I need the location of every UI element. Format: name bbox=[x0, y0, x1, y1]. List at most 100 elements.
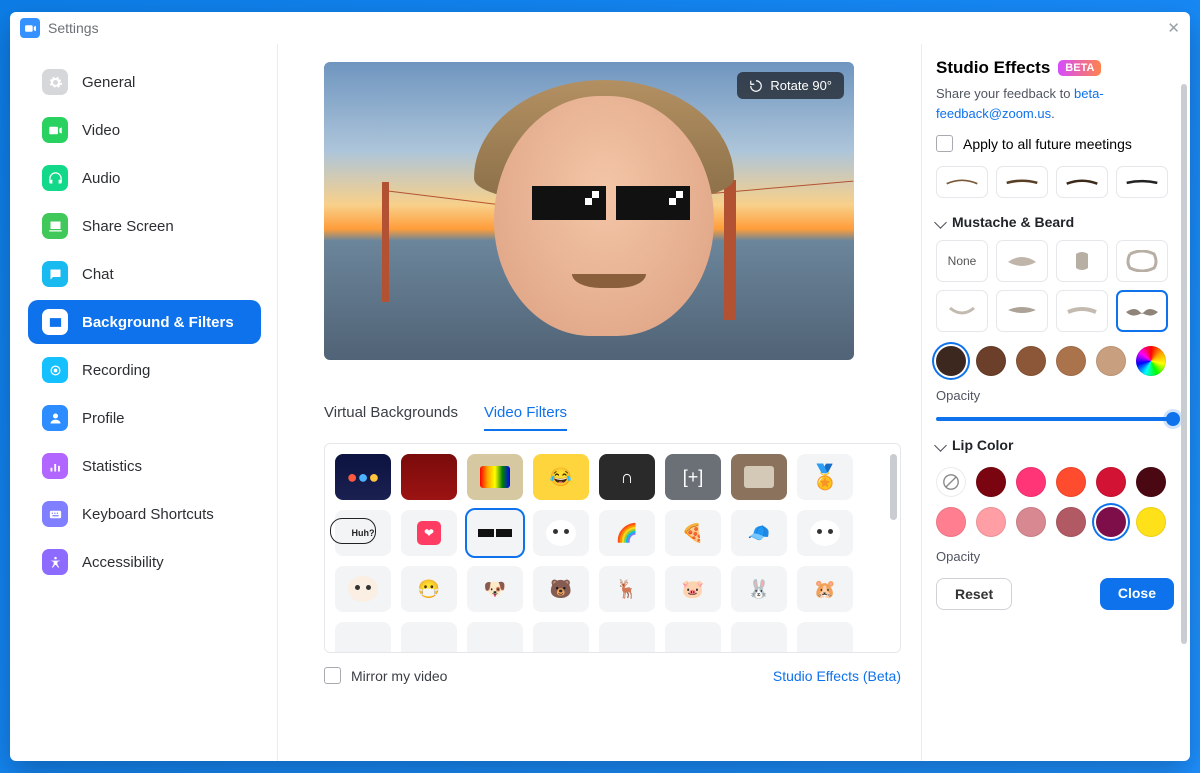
mustache-colors bbox=[936, 346, 1174, 376]
video-icon bbox=[42, 117, 68, 143]
filter-like[interactable]: ❤ bbox=[401, 510, 457, 556]
window-title: Settings bbox=[48, 20, 99, 36]
filter-arch[interactable]: ∩ bbox=[599, 454, 655, 500]
sidebar-item-statistics[interactable]: Statistics bbox=[28, 444, 261, 488]
eyebrow-2[interactable] bbox=[996, 166, 1048, 198]
lip-2[interactable] bbox=[1016, 467, 1046, 497]
filter-medal[interactable]: 🏅 bbox=[797, 454, 853, 500]
share-screen-icon bbox=[42, 213, 68, 239]
window-close-icon[interactable]: ✕ bbox=[1167, 19, 1180, 37]
filter-bracket[interactable]: [+] bbox=[665, 454, 721, 500]
statistics-icon bbox=[42, 453, 68, 479]
deal-glasses-overlay bbox=[532, 186, 690, 224]
filter-extra2[interactable] bbox=[401, 622, 457, 653]
mustache-4[interactable] bbox=[936, 290, 988, 332]
sidebar-item-background-filters[interactable]: Background & Filters bbox=[28, 300, 261, 344]
filter-pig[interactable]: 🐷 bbox=[665, 566, 721, 612]
lip-6[interactable] bbox=[936, 507, 966, 537]
sidebar-item-profile[interactable]: Profile bbox=[28, 396, 261, 440]
close-button[interactable]: Close bbox=[1100, 578, 1174, 610]
filter-sprout[interactable] bbox=[533, 510, 589, 556]
sidebar-item-general[interactable]: General bbox=[28, 60, 261, 104]
mustache-opacity-slider[interactable] bbox=[936, 417, 1174, 421]
mustache-3[interactable] bbox=[1116, 240, 1168, 282]
mustache-7[interactable] bbox=[1116, 290, 1168, 332]
mustache-color-custom[interactable] bbox=[1136, 346, 1166, 376]
lip-colors bbox=[936, 467, 1174, 537]
section-lip[interactable]: Lip Color bbox=[936, 437, 1174, 453]
sidebar-label: Profile bbox=[82, 410, 125, 427]
lip-9[interactable] bbox=[1056, 507, 1086, 537]
filter-lights[interactable]: ●●● bbox=[335, 454, 391, 500]
beta-badge: BETA bbox=[1058, 60, 1101, 76]
sidebar-item-video[interactable]: Video bbox=[28, 108, 261, 152]
mustache-1[interactable] bbox=[996, 240, 1048, 282]
mustache-color-3[interactable] bbox=[1016, 346, 1046, 376]
filter-extra3[interactable] bbox=[467, 622, 523, 653]
lip-5[interactable] bbox=[1136, 467, 1166, 497]
footer: Mirror my video Studio Effects (Beta) bbox=[324, 667, 901, 684]
filter-pizza[interactable]: 🍕 bbox=[665, 510, 721, 556]
mustache-5[interactable] bbox=[996, 290, 1048, 332]
lip-7[interactable] bbox=[976, 507, 1006, 537]
sidebar-item-chat[interactable]: Chat bbox=[28, 252, 261, 296]
tab-virtual-backgrounds[interactable]: Virtual Backgrounds bbox=[324, 404, 458, 431]
apply-all-checkbox[interactable]: Apply to all future meetings bbox=[936, 135, 1174, 152]
lip-none[interactable] bbox=[936, 467, 966, 497]
studio-effects-link[interactable]: Studio Effects (Beta) bbox=[773, 668, 901, 684]
lip-1[interactable] bbox=[976, 467, 1006, 497]
eyebrow-1[interactable] bbox=[936, 166, 988, 198]
filter-huh[interactable]: Huh? bbox=[335, 510, 391, 556]
filter-rainbow[interactable]: 🌈 bbox=[599, 510, 655, 556]
filter-extra5[interactable] bbox=[599, 622, 655, 653]
eyebrow-4[interactable] bbox=[1116, 166, 1168, 198]
gear-icon bbox=[42, 69, 68, 95]
filter-tv[interactable] bbox=[467, 454, 523, 500]
sidebar-item-recording[interactable]: Recording bbox=[28, 348, 261, 392]
mirror-checkbox[interactable]: Mirror my video bbox=[324, 667, 447, 684]
filter-extra8[interactable] bbox=[797, 622, 853, 653]
mustache-color-1[interactable] bbox=[936, 346, 966, 376]
sidebar-item-accessibility[interactable]: Accessibility bbox=[28, 540, 261, 584]
filter-scrollbar[interactable] bbox=[890, 454, 897, 520]
filter-oldtv[interactable] bbox=[731, 454, 787, 500]
filter-emoji[interactable]: 😂 bbox=[533, 454, 589, 500]
lip-11[interactable] bbox=[1136, 507, 1166, 537]
mirror-label: Mirror my video bbox=[351, 668, 447, 684]
lip-4[interactable] bbox=[1096, 467, 1126, 497]
filter-extra6[interactable] bbox=[665, 622, 721, 653]
filter-mask[interactable] bbox=[335, 566, 391, 612]
lip-8[interactable] bbox=[1016, 507, 1046, 537]
sidebar-item-share[interactable]: Share Screen bbox=[28, 204, 261, 248]
sidebar-label: General bbox=[82, 74, 135, 91]
rotate-button[interactable]: Rotate 90° bbox=[737, 72, 844, 99]
mustache-6[interactable] bbox=[1056, 290, 1108, 332]
mustache-color-4[interactable] bbox=[1056, 346, 1086, 376]
filter-surgical[interactable]: 😷 bbox=[401, 566, 457, 612]
filter-puppy2[interactable]: 🐻 bbox=[533, 566, 589, 612]
lip-3[interactable] bbox=[1056, 467, 1086, 497]
lip-10[interactable] bbox=[1096, 507, 1126, 537]
filter-blush[interactable] bbox=[797, 510, 853, 556]
accessibility-icon bbox=[42, 549, 68, 575]
eyebrow-3[interactable] bbox=[1056, 166, 1108, 198]
filter-reindeer[interactable]: 🦌 bbox=[599, 566, 655, 612]
mustache-color-5[interactable] bbox=[1096, 346, 1126, 376]
filter-bunny[interactable]: 🐰 bbox=[731, 566, 787, 612]
filter-puppy1[interactable]: 🐶 bbox=[467, 566, 523, 612]
filter-cap[interactable]: 🧢 bbox=[731, 510, 787, 556]
section-mustache[interactable]: Mustache & Beard bbox=[936, 214, 1174, 230]
mustache-2[interactable] bbox=[1056, 240, 1108, 282]
sidebar-item-audio[interactable]: Audio bbox=[28, 156, 261, 200]
filter-extra7[interactable] bbox=[731, 622, 787, 653]
filter-hamster[interactable]: 🐹 bbox=[797, 566, 853, 612]
tab-video-filters[interactable]: Video Filters bbox=[484, 404, 567, 431]
mustache-none[interactable]: None bbox=[936, 240, 988, 282]
filter-extra1[interactable] bbox=[335, 622, 391, 653]
filter-deal-glasses[interactable] bbox=[467, 510, 523, 556]
mustache-color-2[interactable] bbox=[976, 346, 1006, 376]
sidebar-item-keyboard[interactable]: Keyboard Shortcuts bbox=[28, 492, 261, 536]
reset-button[interactable]: Reset bbox=[936, 578, 1012, 610]
filter-extra4[interactable] bbox=[533, 622, 589, 653]
filter-curtain[interactable] bbox=[401, 454, 457, 500]
